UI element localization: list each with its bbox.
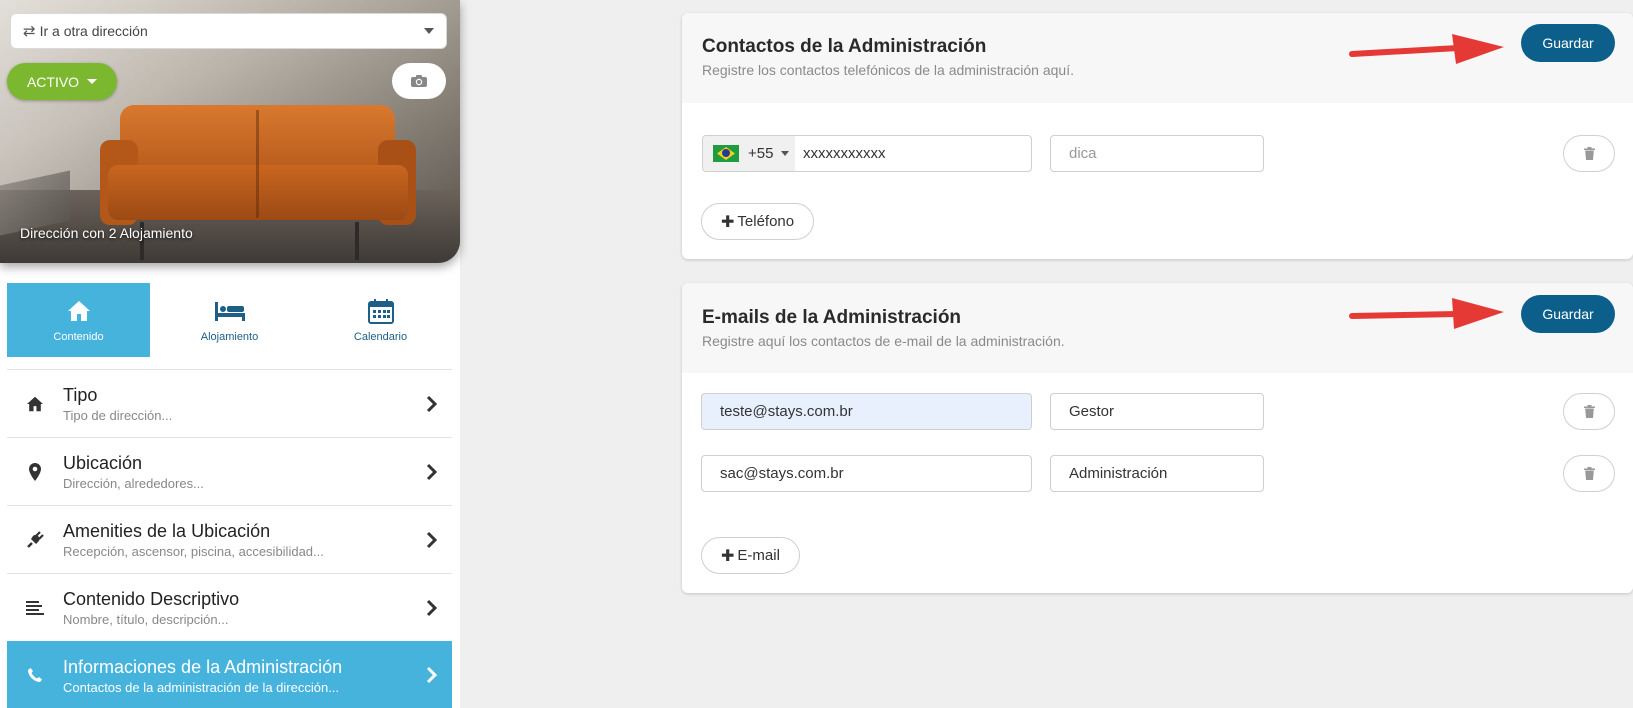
- tab-alojamiento[interactable]: Alojamiento: [150, 283, 309, 357]
- delete-email-button[interactable]: [1563, 393, 1615, 430]
- email-role-input[interactable]: Administración: [1050, 455, 1264, 492]
- chevron-right-icon: [426, 395, 438, 412]
- trash-icon: [1583, 147, 1595, 160]
- menu-item-subtitle: Recepción, ascensor, piscina, accesibili…: [63, 544, 324, 559]
- menu-item-title: Amenities de la Ubicación: [63, 521, 271, 541]
- home-icon: [27, 396, 43, 411]
- content-menu: Tipo Tipo de dirección... Ubicación Dire…: [7, 369, 452, 708]
- calendar-icon: [367, 299, 394, 324]
- section-tabs: Contenido Alojamiento Calendario: [7, 283, 452, 357]
- phone-input-group: +55 xxxxxxxxxxx: [702, 135, 1032, 172]
- add-phone-label: Teléfono: [737, 213, 795, 230]
- delete-phone-button[interactable]: [1563, 135, 1615, 172]
- menu-item-amenities[interactable]: Amenities de la Ubicación Recepción, asc…: [7, 505, 452, 573]
- annotation-arrow-icon: [1349, 298, 1504, 329]
- menu-item-subtitle: Contactos de la administración de la dir…: [63, 679, 340, 695]
- card-title: Contactos de la Administración: [702, 36, 987, 57]
- save-button[interactable]: Guardar: [1521, 24, 1615, 62]
- chevron-right-icon: [426, 463, 438, 480]
- card-description: Registre aquí los contactos de e-mail de…: [702, 333, 1065, 349]
- menu-item-title: Contenido Descriptivo: [63, 589, 240, 609]
- swap-icon: ⇄: [23, 23, 36, 40]
- address-select[interactable]: ⇄ Ir a otra dirección: [10, 13, 447, 49]
- email-role-input[interactable]: Gestor: [1050, 393, 1264, 430]
- menu-item-tipo[interactable]: Tipo Tipo de dirección...: [7, 369, 452, 437]
- accommodation-count-caption: Dirección con 2 Alojamiento: [20, 225, 193, 241]
- plus-icon: ✚: [721, 547, 735, 565]
- caret-down-icon: [781, 151, 790, 156]
- status-label: ACTIVO: [26, 73, 80, 90]
- plug-icon: [27, 530, 44, 548]
- delete-email-button[interactable]: [1563, 455, 1615, 492]
- menu-item-subtitle: Nombre, título, descripción...: [63, 612, 229, 627]
- address-select-label: Ir a otra dirección: [39, 23, 148, 39]
- tab-label: Alojamiento: [200, 331, 259, 343]
- change-photo-button[interactable]: [392, 63, 446, 99]
- text-lines-icon: [26, 600, 44, 615]
- phone-number-input[interactable]: xxxxxxxxxxx: [795, 136, 1031, 171]
- menu-item-title: Ubicación: [63, 453, 143, 473]
- tab-label: Contenido: [53, 331, 104, 343]
- menu-item-title: Informaciones de la Administración: [63, 656, 343, 677]
- email-input[interactable]: sac@stays.com.br: [701, 455, 1032, 492]
- phone-hint-input[interactable]: dica: [1050, 135, 1264, 172]
- camera-icon: [411, 75, 427, 87]
- caret-down-icon: [424, 28, 434, 34]
- menu-item-contenido-descriptivo[interactable]: Contenido Descriptivo Nombre, título, de…: [7, 573, 452, 641]
- card-description: Registre los contactos telefónicos de la…: [702, 62, 1074, 78]
- tab-label: Calendario: [353, 331, 408, 343]
- phone-icon: [28, 668, 42, 682]
- tab-contenido[interactable]: Contenido: [7, 283, 150, 357]
- chevron-right-icon: [426, 599, 438, 616]
- status-dropdown-button[interactable]: ACTIVO: [7, 63, 117, 100]
- menu-item-subtitle: Tipo de dirección...: [63, 408, 173, 423]
- card-title: E-mails de la Administración: [702, 307, 962, 328]
- menu-item-administracion[interactable]: Informaciones de la Administración Conta…: [7, 641, 452, 708]
- annotation-arrow-icon: [1349, 34, 1504, 64]
- sidebar: Dirección con 2 Alojamiento ⇄ Ir a otra …: [0, 0, 460, 708]
- country-code-select[interactable]: +55: [703, 136, 795, 171]
- menu-item-title: Tipo: [63, 385, 98, 405]
- country-code-value: +55: [748, 145, 774, 162]
- trash-icon: [1583, 405, 1595, 418]
- tab-calendario[interactable]: Calendario: [309, 283, 452, 357]
- add-email-label: E-mail: [737, 547, 780, 564]
- caret-down-icon: [87, 79, 98, 84]
- chevron-right-icon: [426, 666, 438, 684]
- brazil-flag-icon: [713, 145, 739, 162]
- bed-icon: [214, 302, 245, 321]
- add-email-button[interactable]: ✚ E-mail: [701, 537, 800, 574]
- email-input[interactable]: teste@stays.com.br: [701, 393, 1032, 430]
- home-icon: [67, 301, 90, 321]
- menu-item-ubicacion[interactable]: Ubicación Dirección, alrededores...: [7, 437, 452, 505]
- chevron-right-icon: [426, 531, 438, 548]
- map-pin-icon: [29, 462, 41, 481]
- menu-item-subtitle: Dirección, alrededores...: [63, 476, 204, 491]
- plus-icon: ✚: [721, 213, 735, 231]
- add-phone-button[interactable]: ✚ Teléfono: [701, 203, 815, 240]
- save-button[interactable]: Guardar: [1521, 295, 1615, 333]
- trash-icon: [1583, 467, 1595, 480]
